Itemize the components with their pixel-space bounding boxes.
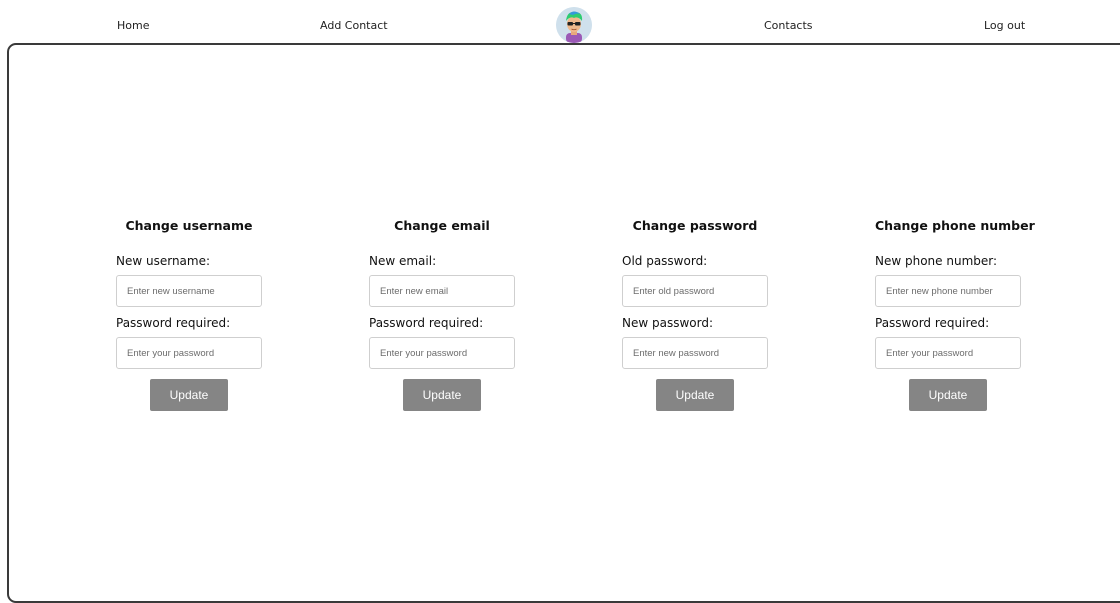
nav-add-contact-link[interactable]: Add Contact bbox=[320, 19, 388, 32]
old-password-input[interactable] bbox=[622, 275, 768, 307]
username-password-input[interactable] bbox=[116, 337, 262, 369]
card-title: Change phone number bbox=[875, 218, 1035, 233]
change-password-form: Change password Old password: New passwo… bbox=[622, 218, 768, 411]
card-title: Change email bbox=[394, 218, 490, 233]
new-username-input[interactable] bbox=[116, 275, 262, 307]
avatar[interactable] bbox=[556, 7, 592, 43]
new-password-label: New password: bbox=[622, 316, 714, 330]
update-phone-button[interactable]: Update bbox=[909, 379, 987, 411]
top-nav: Home Add Contact Contacts Log out bbox=[0, 0, 1120, 44]
new-email-label: New email: bbox=[369, 254, 437, 268]
new-email-input[interactable] bbox=[369, 275, 515, 307]
nav-contacts-link[interactable]: Contacts bbox=[764, 19, 813, 32]
change-phone-form: Change phone number New phone number: Pa… bbox=[875, 218, 1035, 411]
nav-logout-link[interactable]: Log out bbox=[984, 19, 1025, 32]
password-required-label: Password required: bbox=[875, 316, 990, 330]
update-email-button[interactable]: Update bbox=[403, 379, 481, 411]
new-phone-label: New phone number: bbox=[875, 254, 998, 268]
nav-home-link[interactable]: Home bbox=[117, 19, 149, 32]
email-password-input[interactable] bbox=[369, 337, 515, 369]
new-password-input[interactable] bbox=[622, 337, 768, 369]
change-username-form: Change username New username: Password r… bbox=[116, 218, 262, 411]
card-title: Change password bbox=[632, 218, 758, 233]
update-password-button[interactable]: Update bbox=[656, 379, 734, 411]
new-username-label: New username: bbox=[116, 254, 211, 268]
password-required-label: Password required: bbox=[369, 316, 484, 330]
phone-password-input[interactable] bbox=[875, 337, 1021, 369]
password-required-label: Password required: bbox=[116, 316, 231, 330]
avatar-icon bbox=[556, 7, 592, 43]
card-title: Change username bbox=[125, 218, 253, 233]
change-email-form: Change email New email: Password require… bbox=[369, 218, 515, 411]
update-username-button[interactable]: Update bbox=[150, 379, 228, 411]
new-phone-input[interactable] bbox=[875, 275, 1021, 307]
old-password-label: Old password: bbox=[622, 254, 708, 268]
